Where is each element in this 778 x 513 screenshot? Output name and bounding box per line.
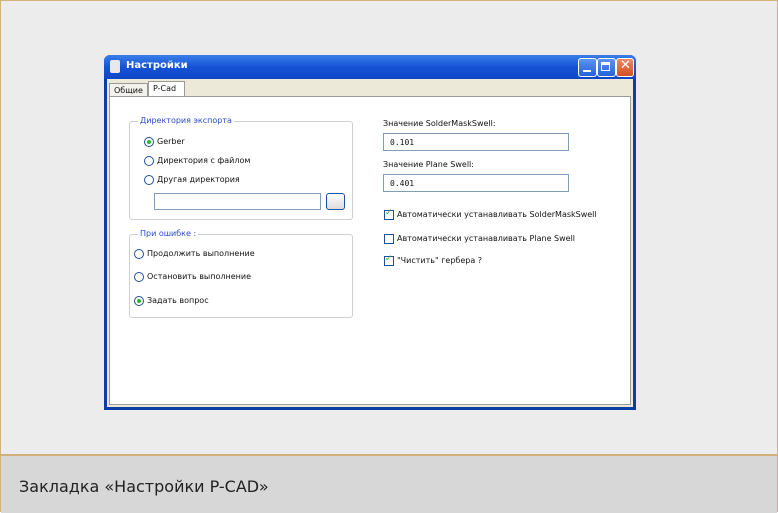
radio-label: Остановить выполнение	[147, 272, 251, 281]
radio-selected-dot	[137, 299, 141, 303]
minimize-icon	[583, 70, 591, 72]
radio-button[interactable]	[134, 296, 144, 306]
radio-label: Задать вопрос	[147, 296, 209, 305]
figure-caption: Закладка «Настройки P-CAD»	[19, 477, 269, 496]
checkbox[interactable]	[384, 234, 394, 244]
radio-button[interactable]	[144, 156, 154, 166]
close-button[interactable]: ✕	[616, 58, 634, 77]
checkbox-label: Автоматически устанавливать Plane Swell	[397, 234, 576, 243]
export-dir-group: Директория экспорта Gerber Директория с …	[129, 116, 353, 220]
caption-bar: Закладка «Настройки P-CAD»	[1, 454, 777, 513]
checkbox[interactable]: ✓	[384, 208, 394, 220]
radio-button[interactable]	[134, 249, 144, 259]
minimize-button[interactable]	[578, 58, 597, 77]
plane-swell-input[interactable]: 0.401	[383, 174, 569, 192]
radio-label: Gerber	[157, 137, 185, 146]
plane-swell-label: Значение Plane Swell:	[383, 160, 474, 169]
checkbox[interactable]: ✓	[384, 254, 394, 266]
radio-button[interactable]	[144, 137, 154, 147]
checkbox-label: Автоматически устанавливать SolderMaskSw…	[397, 210, 597, 219]
radio-label: Директория с файлом	[157, 156, 251, 165]
close-icon: ✕	[620, 58, 631, 73]
export-dir-legend: Директория экспорта	[138, 116, 234, 125]
radio-label: Продолжить выполнение	[147, 249, 255, 258]
figure-frame: Настройки ✕ Общие P-Cad Директория экспо…	[0, 0, 778, 513]
tab-panel-pcad: Директория экспорта Gerber Директория с …	[109, 96, 631, 405]
radio-button[interactable]	[134, 272, 144, 282]
radio-button[interactable]	[144, 175, 154, 185]
maximize-icon	[601, 62, 610, 71]
on-error-legend: При ошибке :	[138, 229, 199, 238]
window-title: Настройки	[126, 60, 188, 71]
solder-mask-label: Значение SolderMaskSwell:	[383, 119, 496, 128]
checkmark-icon: ✓	[385, 254, 393, 264]
browse-button[interactable]	[326, 193, 345, 210]
checkmark-icon: ✓	[385, 208, 393, 218]
checkbox-label: "Чистить" гербера ?	[397, 256, 483, 265]
other-dir-path-input[interactable]	[154, 193, 321, 210]
app-icon	[110, 60, 120, 73]
solder-mask-input[interactable]: 0.101	[383, 133, 569, 151]
radio-selected-dot	[147, 140, 151, 144]
radio-label: Другая директория	[157, 175, 240, 184]
window-client: Общие P-Cad Директория экспорта Gerber Д…	[107, 79, 633, 407]
maximize-button[interactable]	[597, 58, 616, 77]
window-titlebar[interactable]: Настройки ✕	[104, 55, 636, 79]
settings-window: Настройки ✕ Общие P-Cad Директория экспо…	[104, 55, 636, 410]
on-error-group: При ошибке : Продолжить выполнение Остан…	[129, 229, 353, 318]
